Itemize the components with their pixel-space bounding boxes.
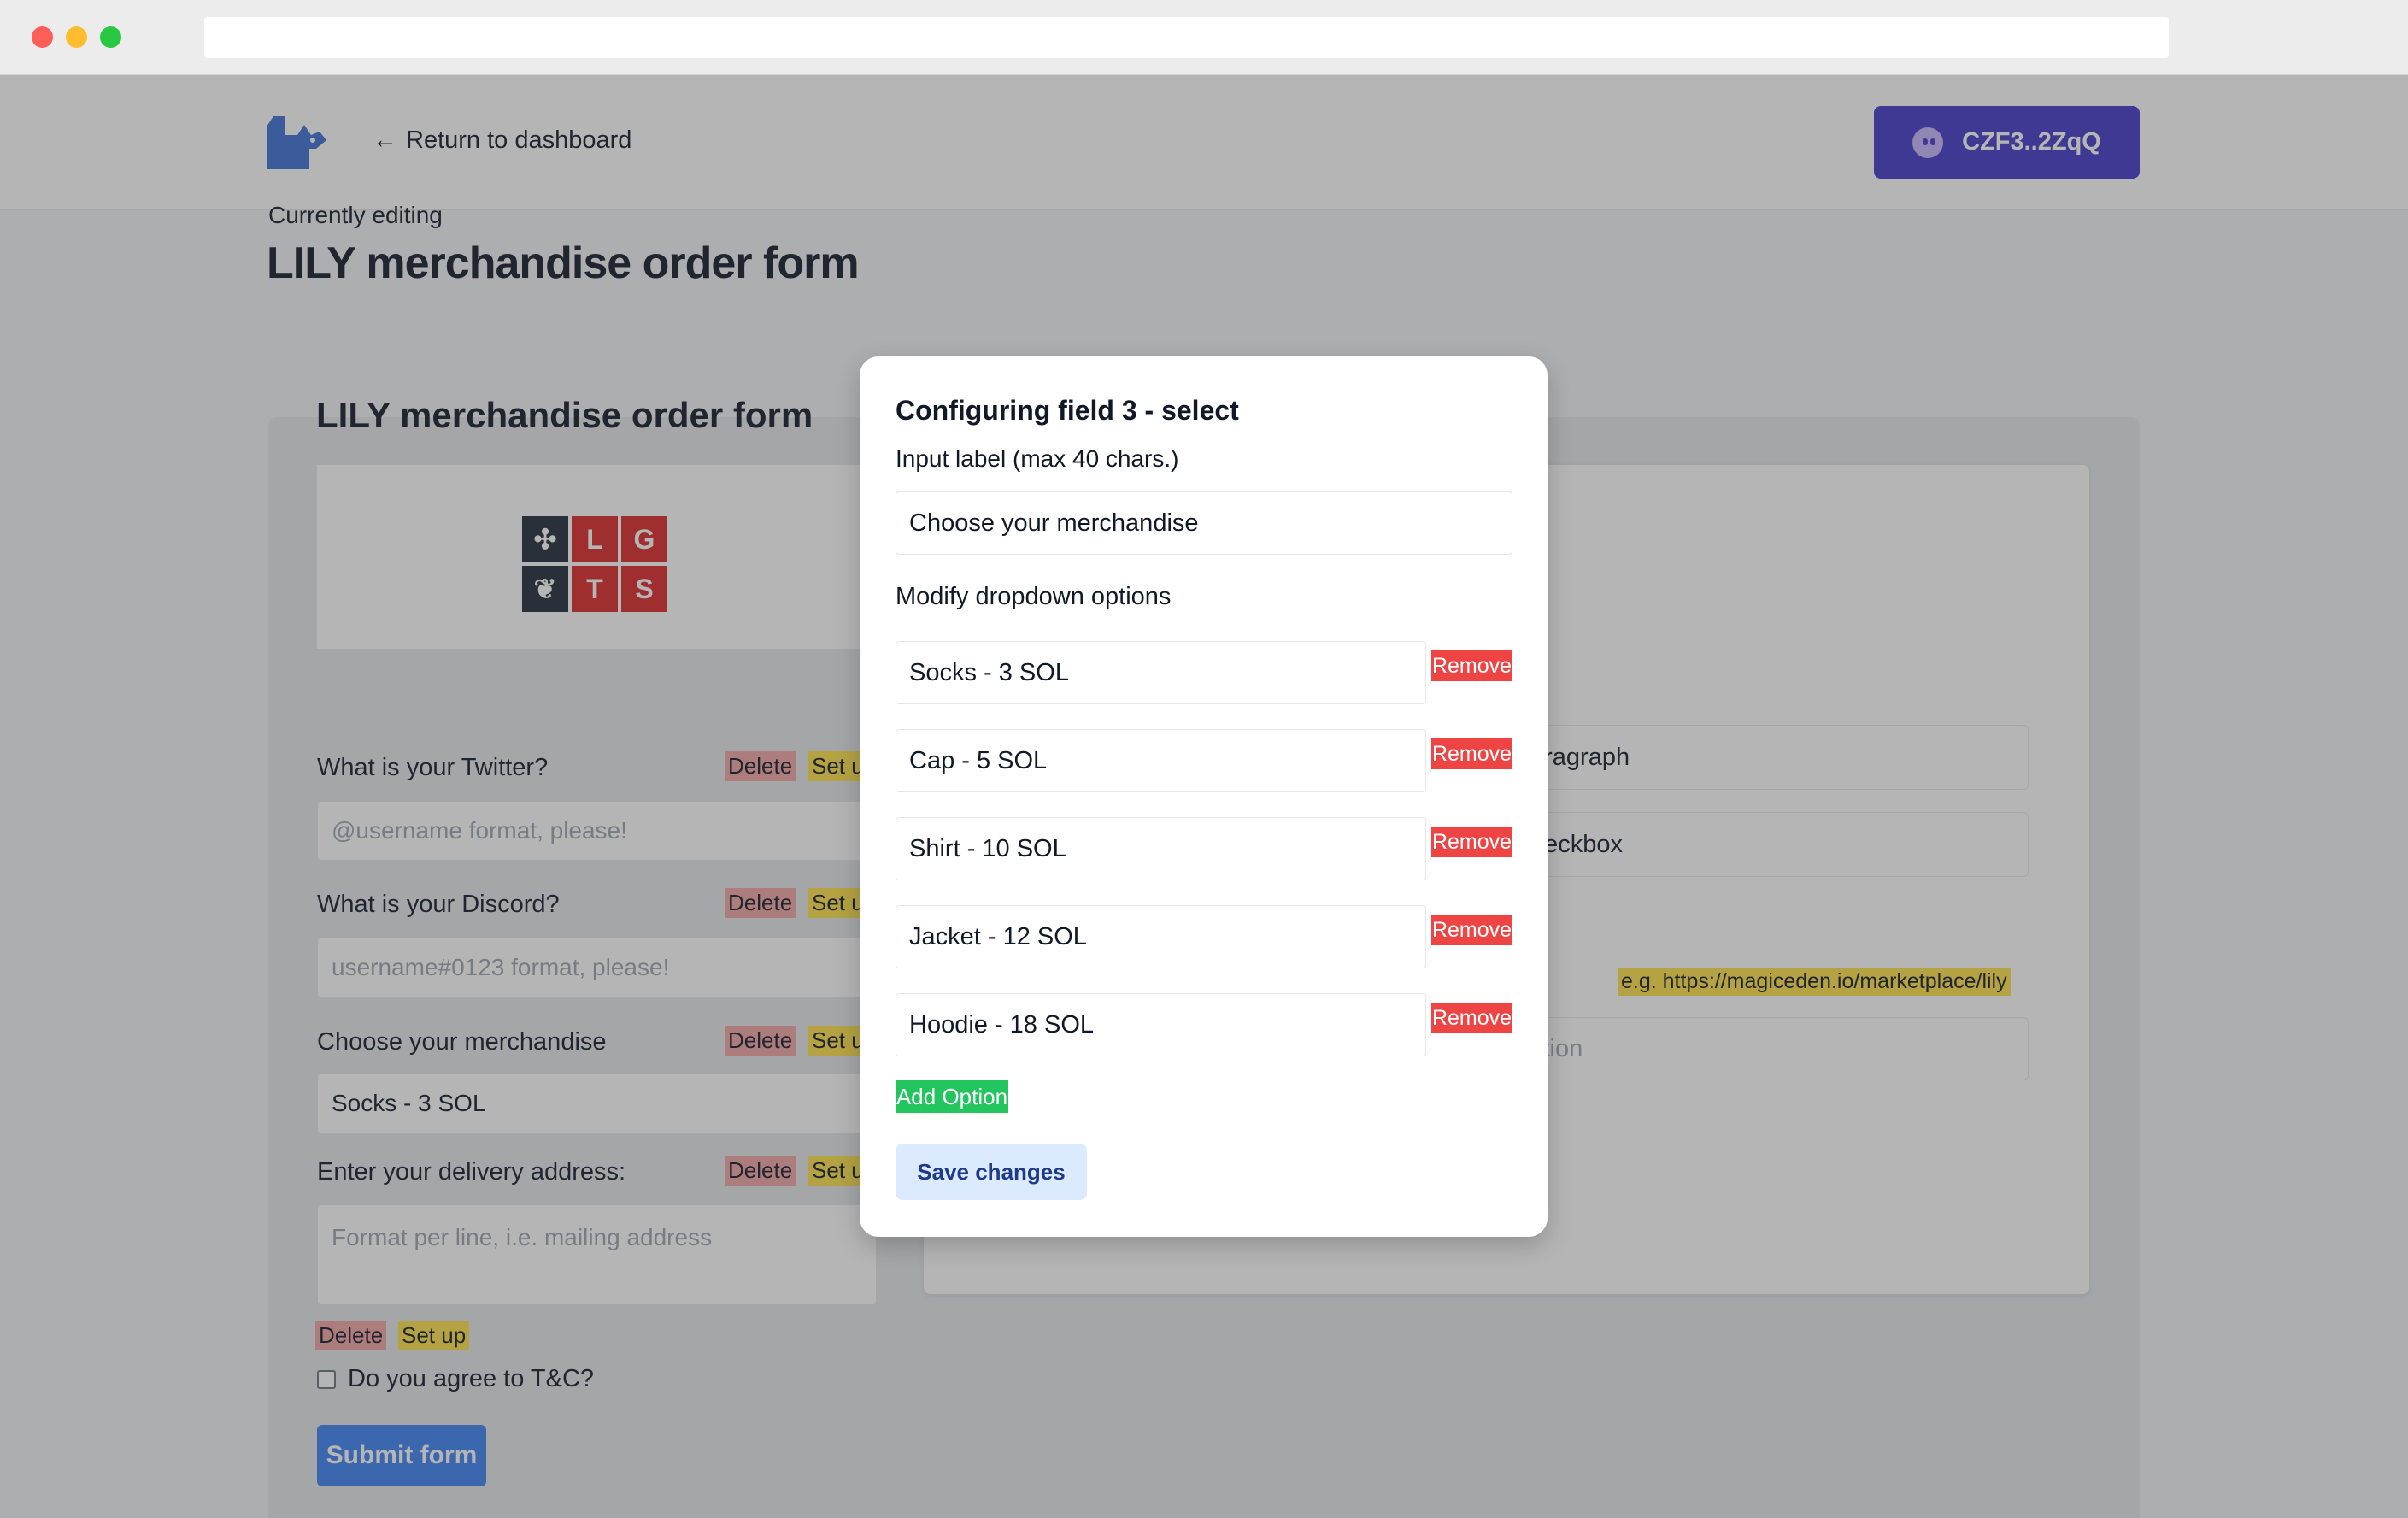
remove-option-button[interactable]: Remove [1431,1003,1512,1033]
configure-field-modal: Configuring field 3 - select Input label… [860,356,1548,1237]
modal-title: Configuring field 3 - select [896,395,1239,426]
dropdown-option-input[interactable]: Hoodie - 18 SOL [896,993,1426,1056]
address-bar[interactable] [204,17,2169,58]
remove-option-button[interactable]: Remove [1431,738,1512,769]
window-maximize-button[interactable] [100,26,121,48]
remove-option-button[interactable]: Remove [1431,650,1512,681]
remove-option-button[interactable]: Remove [1431,915,1512,945]
dropdown-options-heading: Modify dropdown options [896,583,1172,610]
dropdown-option-input[interactable]: Shirt - 10 SOL [896,817,1426,880]
input-label-heading: Input label (max 40 chars.) [896,445,1179,472]
save-changes-button[interactable]: Save changes [896,1144,1087,1200]
input-label-field[interactable]: Choose your merchandise [896,491,1512,555]
window-minimize-button[interactable] [66,26,87,48]
dropdown-option-input[interactable]: Socks - 3 SOL [896,641,1426,704]
add-option-button[interactable]: Add Option [896,1080,1008,1113]
window-close-button[interactable] [32,26,53,48]
remove-option-button[interactable]: Remove [1431,827,1512,857]
dropdown-option-input[interactable]: Cap - 5 SOL [896,729,1426,792]
browser-chrome [0,0,2408,75]
dropdown-option-input[interactable]: Jacket - 12 SOL [896,905,1426,968]
